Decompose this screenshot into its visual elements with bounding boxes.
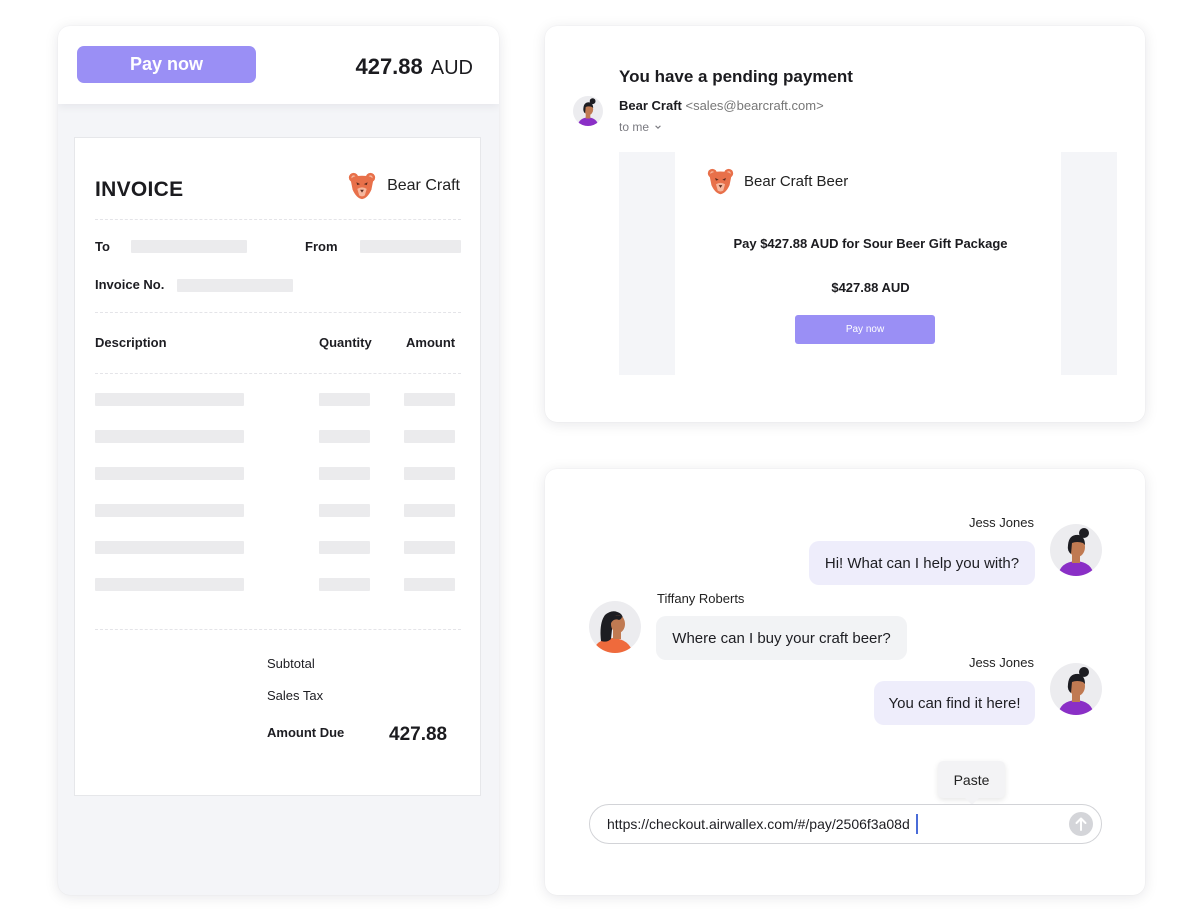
bear-icon	[706, 167, 735, 196]
pay-now-button[interactable]: Pay now	[77, 46, 256, 83]
quantity-placeholder	[319, 467, 370, 480]
message-sender-name: Jess Jones	[968, 515, 1034, 530]
email-pay-now-button[interactable]: Pay now	[795, 315, 935, 344]
to-value-placeholder	[131, 240, 247, 253]
description-placeholder	[95, 504, 244, 517]
from-value-placeholder	[360, 240, 461, 253]
amount-column-header: Amount	[406, 335, 456, 350]
invoice-total-amount: 427.88	[355, 54, 423, 79]
description-placeholder	[95, 541, 244, 554]
message-input[interactable]: https://checkout.airwallex.com/#/pay/250…	[589, 804, 1102, 844]
customer-message-bubble: Where can I buy your craft beer?	[656, 616, 907, 660]
email-brand: Bear Craft Beer	[706, 167, 848, 196]
quantity-placeholder	[319, 504, 370, 517]
email-body-margin-right	[1061, 152, 1117, 375]
sales-tax-label: Sales Tax	[267, 688, 324, 703]
invoice-document: INVOICE Bear Craft To From Invoice No. D…	[74, 137, 481, 796]
amount-placeholder	[404, 541, 455, 554]
sender-email: <sales@bearcraft.com>	[685, 98, 824, 113]
quantity-placeholder	[319, 578, 370, 591]
divider	[95, 373, 461, 374]
text-caret	[915, 814, 918, 834]
invoice-total: 427.88 AUD	[355, 54, 473, 80]
email-subject: You have a pending payment	[619, 67, 853, 86]
to-label: To	[95, 239, 110, 254]
invoice-no-placeholder	[177, 279, 293, 292]
invoice-header: Pay now 427.88 AUD	[58, 26, 499, 104]
recipient-label: to me	[619, 120, 650, 134]
message-sender-name: Tiffany Roberts	[657, 591, 745, 606]
description-column-header: Description	[95, 335, 167, 350]
invoice-card: Pay now 427.88 AUD INVOICE Bear Craft To…	[58, 26, 499, 895]
chevron-down-icon	[655, 125, 662, 129]
amount-placeholder	[404, 504, 455, 517]
divider	[95, 312, 461, 313]
description-placeholder	[95, 467, 244, 480]
description-placeholder	[95, 393, 244, 406]
sender-avatar	[573, 96, 603, 126]
quantity-placeholder	[319, 541, 370, 554]
email-brand-name: Bear Craft Beer	[744, 173, 849, 190]
arrow-up-icon[interactable]	[1068, 811, 1094, 837]
invoice-brand: Bear Craft	[347, 171, 460, 201]
email-sender: Bear Craft <sales@bearcraft.com>	[619, 98, 824, 113]
description-placeholder	[95, 430, 244, 443]
invoice-brand-name: Bear Craft	[387, 177, 460, 194]
message-input-value: https://checkout.airwallex.com/#/pay/250…	[607, 816, 910, 832]
amount-due-value: 427.88	[389, 724, 448, 745]
divider	[95, 219, 461, 220]
paste-tooltip[interactable]: Paste	[938, 761, 1005, 805]
email-body-margin-left	[619, 152, 675, 375]
agent-message-bubble: Hi! What can I help you with?	[809, 541, 1035, 585]
from-label: From	[305, 239, 338, 254]
bear-icon	[347, 171, 377, 201]
email-amount: $427.88 AUD	[831, 280, 910, 295]
agent-message-bubble: You can find it here!	[874, 681, 1035, 725]
email-pay-description: Pay $427.88 AUD for Sour Beer Gift Packa…	[733, 236, 1008, 251]
customer-avatar	[589, 601, 641, 653]
agent-avatar	[1050, 524, 1102, 576]
message-sender-name: Jess Jones	[968, 655, 1034, 670]
divider	[95, 629, 461, 630]
invoice-title: INVOICE	[95, 178, 184, 201]
agent-avatar	[1050, 663, 1102, 715]
amount-placeholder	[404, 578, 455, 591]
amount-placeholder	[404, 430, 455, 443]
sender-name: Bear Craft	[619, 98, 682, 113]
quantity-column-header: Quantity	[319, 335, 372, 350]
quantity-placeholder	[319, 430, 370, 443]
chat-card: Jess Jones Hi! What can I help you with?…	[545, 469, 1145, 895]
recipient-toggle[interactable]: to me	[619, 120, 662, 134]
amount-placeholder	[404, 467, 455, 480]
invoice-no-label: Invoice No.	[95, 277, 165, 292]
amount-due-label: Amount Due	[267, 725, 345, 740]
quantity-placeholder	[319, 393, 370, 406]
description-placeholder	[95, 578, 244, 591]
amount-placeholder	[404, 393, 455, 406]
email-card: You have a pending payment Bear Craft <s…	[545, 26, 1145, 422]
invoice-total-currency: AUD	[430, 57, 473, 79]
subtotal-label: Subtotal	[267, 656, 315, 671]
